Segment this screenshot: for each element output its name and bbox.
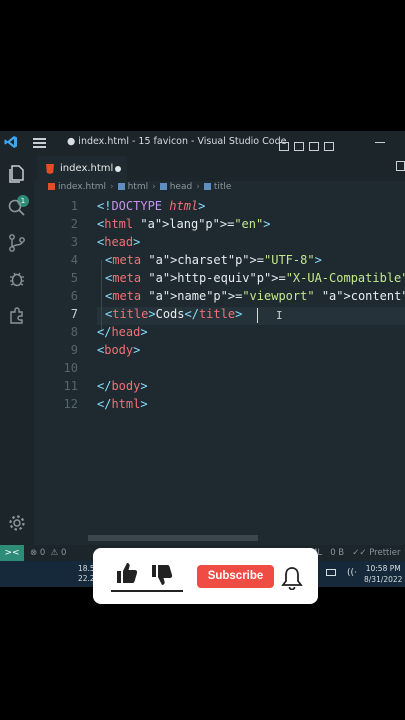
code-line[interactable]: <meta "a">http-equiv"p">="X-UA-Compatibl… xyxy=(105,271,405,285)
html5-file-icon xyxy=(46,164,54,174)
horizontal-scrollbar[interactable] xyxy=(88,535,258,541)
breadcrumb-html[interactable]: html xyxy=(128,182,149,192)
error-icon: ⊗ xyxy=(30,548,38,558)
html5-file-icon xyxy=(48,183,55,190)
system-clock[interactable]: 10:58 PM 8/31/2022 xyxy=(364,563,402,585)
line-number-current: 7 xyxy=(70,307,78,321)
line-number: 5 xyxy=(70,271,78,285)
thumbs-up-icon[interactable] xyxy=(115,561,139,585)
code-line[interactable]: <meta "a">name"p">="viewport" "a">conten… xyxy=(105,289,405,303)
source-control-icon[interactable] xyxy=(7,233,27,253)
line-number: 11 xyxy=(63,379,78,393)
code-line[interactable]: </head> xyxy=(97,325,148,339)
toggle-panel-icon[interactable] xyxy=(294,142,304,151)
vscode-logo-icon xyxy=(4,136,17,148)
split-editor-icon[interactable] xyxy=(396,161,405,171)
breadcrumb: index.html › html › head › title xyxy=(48,182,231,192)
window-title: ● index.html - 15 favicon - Visual Studi… xyxy=(67,136,287,147)
tray-display-icon[interactable] xyxy=(326,569,336,576)
minimize-icon[interactable] xyxy=(375,142,385,143)
code-line[interactable]: <!DOCTYPE html> xyxy=(97,199,205,213)
warning-icon: ⚠ xyxy=(50,548,59,558)
line-number: 9 xyxy=(70,343,78,357)
line-number: 8 xyxy=(70,325,78,339)
clock-time: 10:58 PM xyxy=(365,564,401,573)
code-line[interactable]: <html "a">lang"p">="en"> xyxy=(97,217,270,231)
vscode-window: ● index.html - 15 favicon - Visual Studi… xyxy=(0,131,405,587)
chevron-right-icon: › xyxy=(152,182,156,192)
breadcrumb-file[interactable]: index.html xyxy=(58,182,106,192)
subscribe-button[interactable]: Subscribe xyxy=(197,565,274,588)
chevron-right-icon: › xyxy=(196,182,200,192)
unsaved-dot-icon[interactable] xyxy=(115,166,121,172)
code-line[interactable]: </html> xyxy=(97,397,148,411)
element-icon xyxy=(117,183,125,190)
text-caret xyxy=(257,308,258,323)
code-line-current[interactable]: <title>Cods</title> xyxy=(105,307,242,321)
code-line[interactable]: <head> xyxy=(97,235,140,249)
wifi-icon[interactable]: ((· xyxy=(347,568,357,578)
prettier-status[interactable]: Prettier xyxy=(369,548,400,558)
line-number: 12 xyxy=(63,397,78,411)
explorer-files-icon[interactable] xyxy=(7,163,27,183)
thumbs-down-icon[interactable] xyxy=(150,563,174,587)
status-right: ML 0 B ✓✓ Prettier xyxy=(310,548,400,558)
activity-bar: 1 xyxy=(0,153,34,545)
element-icon xyxy=(159,183,167,190)
double-check-icon: ✓✓ xyxy=(352,548,367,558)
subscribe-overlay: Subscribe xyxy=(93,548,318,604)
error-count: 0 xyxy=(39,548,46,558)
line-number: 1 xyxy=(70,199,78,213)
remote-indicator-icon[interactable]: >< xyxy=(0,545,24,561)
notification-bell-icon[interactable] xyxy=(281,566,303,590)
file-size: 0 B xyxy=(330,548,345,558)
line-number: 6 xyxy=(70,289,78,303)
settings-gear-icon[interactable] xyxy=(7,513,27,533)
run-debug-icon[interactable] xyxy=(7,269,27,289)
extensions-icon[interactable] xyxy=(7,305,27,325)
code-line[interactable]: <meta "a">charset"p">="UTF-8"> xyxy=(105,253,322,267)
element-icon xyxy=(203,183,211,190)
breadcrumb-title[interactable]: title xyxy=(214,182,232,192)
line-number: 2 xyxy=(70,217,78,231)
editor-tabs: index.html xyxy=(34,153,405,181)
line-number: 3 xyxy=(70,235,78,249)
code-editor[interactable]: 1 2 3 4 5 6 7 8 9 10 11 12 <!DOCTYPE htm… xyxy=(34,196,405,526)
search-icon[interactable] xyxy=(7,198,27,218)
menu-hamburger-icon[interactable] xyxy=(33,138,46,150)
tab-index-html[interactable]: index.html xyxy=(37,156,127,181)
like-underline xyxy=(111,590,183,592)
customize-layout-icon[interactable] xyxy=(324,142,334,151)
title-bar: ● index.html - 15 favicon - Visual Studi… xyxy=(0,131,405,153)
ibeam-cursor-icon: I xyxy=(276,309,283,322)
line-number: 10 xyxy=(63,361,78,375)
toggle-sidebar-icon[interactable] xyxy=(279,142,289,151)
tab-label: index.html xyxy=(60,163,114,174)
chevron-right-icon: › xyxy=(109,182,114,192)
toggle-secondary-sidebar-icon[interactable] xyxy=(309,142,319,151)
problems-indicator[interactable]: ⊗ 0 ⚠ 0 xyxy=(30,548,66,558)
warning-count: 0 xyxy=(60,548,67,558)
line-number: 4 xyxy=(70,253,78,267)
clock-date: 8/31/2022 xyxy=(364,575,403,584)
breadcrumb-head[interactable]: head xyxy=(170,182,192,192)
code-line[interactable]: </body> xyxy=(97,379,148,393)
indent-guide xyxy=(101,260,102,332)
code-line[interactable]: <body> xyxy=(97,343,140,357)
